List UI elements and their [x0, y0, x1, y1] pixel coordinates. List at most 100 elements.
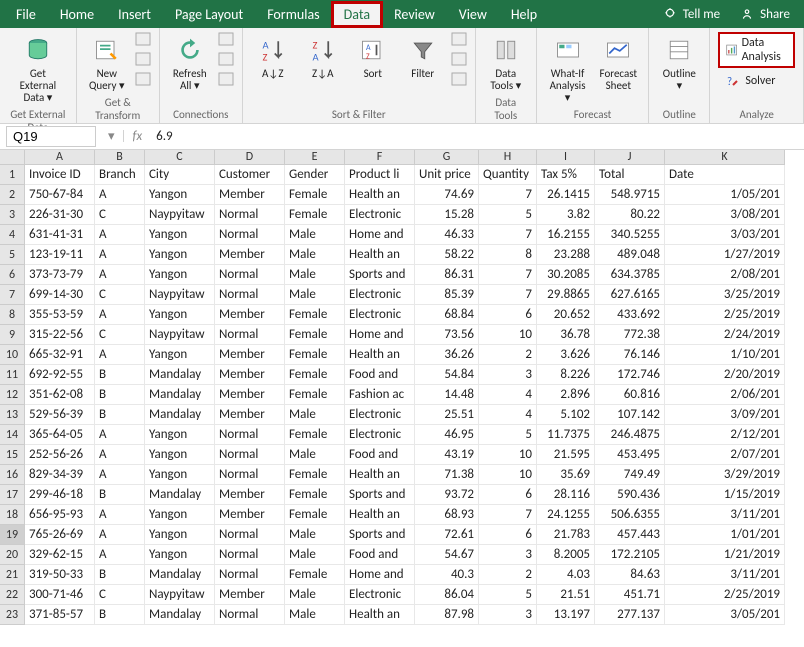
cell[interactable]: Home and — [345, 565, 415, 585]
cell[interactable]: A — [95, 185, 145, 205]
cell[interactable]: 36.78 — [537, 325, 595, 345]
row-header[interactable]: 20 — [0, 545, 25, 565]
cell[interactable]: 548.9715 — [595, 185, 665, 205]
cell[interactable]: 3/11/201 — [665, 505, 785, 525]
ribbon-btn-what-if-analysis-[interactable]: What-IfAnalysis ▾ — [545, 32, 591, 106]
cell[interactable]: Female — [285, 385, 345, 405]
cell[interactable]: Female — [285, 425, 345, 445]
cell[interactable]: 10 — [479, 445, 537, 465]
cell[interactable]: 590.436 — [595, 485, 665, 505]
col-header-K[interactable]: K — [665, 150, 785, 165]
share-button[interactable]: Share — [730, 7, 800, 22]
cell[interactable]: 506.6355 — [595, 505, 665, 525]
header-cell[interactable]: Quantity — [479, 165, 537, 185]
ribbon-btn-z-a[interactable]: ZAZ↓A — [301, 32, 345, 82]
cell[interactable]: A — [95, 425, 145, 445]
cell[interactable]: 3 — [479, 365, 537, 385]
cell[interactable]: 634.3785 — [595, 265, 665, 285]
tab-file[interactable]: File — [4, 2, 48, 27]
row-header[interactable]: 8 — [0, 305, 25, 325]
cell[interactable]: B — [95, 405, 145, 425]
cell[interactable]: Health an — [345, 505, 415, 525]
cell[interactable]: 7 — [479, 505, 537, 525]
name-box[interactable] — [6, 126, 96, 147]
cell[interactable]: Male — [285, 405, 345, 425]
cell[interactable]: 46.95 — [415, 425, 479, 445]
col-header-A[interactable]: A — [25, 150, 95, 165]
header-cell[interactable]: Invoice ID — [25, 165, 95, 185]
cell[interactable]: 246.4875 — [595, 425, 665, 445]
row-header[interactable]: 4 — [0, 225, 25, 245]
cell[interactable]: Female — [285, 505, 345, 525]
ribbon-btn-outline-[interactable]: Outline▾ — [657, 32, 701, 94]
cell[interactable]: 8.226 — [537, 365, 595, 385]
cell[interactable]: Yangon — [145, 245, 215, 265]
cell[interactable]: 3.82 — [537, 205, 595, 225]
header-cell[interactable]: Date — [665, 165, 785, 185]
cell[interactable]: 319-50-33 — [25, 565, 95, 585]
col-header-G[interactable]: G — [415, 150, 479, 165]
cell[interactable]: 74.69 — [415, 185, 479, 205]
cell[interactable]: Yangon — [145, 345, 215, 365]
cell[interactable]: Fashion ac — [345, 385, 415, 405]
cell[interactable]: 656-95-93 — [25, 505, 95, 525]
cell[interactable]: Mandalay — [145, 385, 215, 405]
cell[interactable]: Home and — [345, 225, 415, 245]
cell[interactable]: 365-64-05 — [25, 425, 95, 445]
cell[interactable]: 7 — [479, 265, 537, 285]
cell[interactable]: 2 — [479, 345, 537, 365]
cell[interactable]: Normal — [215, 285, 285, 305]
col-header-C[interactable]: C — [145, 150, 215, 165]
cell[interactable]: Male — [285, 445, 345, 465]
cell[interactable]: 627.6165 — [595, 285, 665, 305]
cell[interactable]: 26.1415 — [537, 185, 595, 205]
cell[interactable]: Electronic — [345, 285, 415, 305]
ribbon-small-conn[interactable] — [218, 32, 234, 50]
cell[interactable]: Electronic — [345, 585, 415, 605]
cell[interactable]: 24.1255 — [537, 505, 595, 525]
cell[interactable]: Member — [215, 365, 285, 385]
cell[interactable]: 3/11/201 — [665, 565, 785, 585]
header-cell[interactable]: Unit price — [415, 165, 479, 185]
cell[interactable]: Normal — [215, 605, 285, 625]
cell[interactable]: 40.3 — [415, 565, 479, 585]
cell[interactable]: 2.896 — [537, 385, 595, 405]
cell[interactable]: 23.288 — [537, 245, 595, 265]
cell[interactable]: 3 — [479, 545, 537, 565]
cell[interactable]: Member — [215, 505, 285, 525]
cell[interactable]: Female — [285, 345, 345, 365]
cell[interactable]: Normal — [215, 265, 285, 285]
cell[interactable]: 2/08/201 — [665, 265, 785, 285]
cell[interactable]: 60.816 — [595, 385, 665, 405]
cell[interactable]: Member — [215, 405, 285, 425]
header-cell[interactable]: Gender — [285, 165, 345, 185]
cell[interactable]: 10 — [479, 465, 537, 485]
cell[interactable]: Health an — [345, 345, 415, 365]
cell[interactable]: C — [95, 585, 145, 605]
cell[interactable]: C — [95, 325, 145, 345]
cell[interactable]: Yangon — [145, 545, 215, 565]
solver-button[interactable]: ?Solver — [718, 70, 795, 92]
cell[interactable]: 86.31 — [415, 265, 479, 285]
cell[interactable]: 6 — [479, 305, 537, 325]
cell[interactable]: Yangon — [145, 185, 215, 205]
cell[interactable]: 529-56-39 — [25, 405, 95, 425]
data-analysis-button[interactable]: Data Analysis — [718, 32, 795, 68]
cell[interactable]: 54.84 — [415, 365, 479, 385]
header-cell[interactable]: Product li — [345, 165, 415, 185]
cell[interactable]: Female — [285, 365, 345, 385]
cell[interactable]: A — [95, 305, 145, 325]
cell[interactable]: 299-46-18 — [25, 485, 95, 505]
cell[interactable]: 2/12/201 — [665, 425, 785, 445]
tab-view[interactable]: View — [447, 2, 499, 27]
row-header[interactable]: 18 — [0, 505, 25, 525]
cell[interactable]: Male — [285, 585, 345, 605]
cell[interactable]: 750-67-84 — [25, 185, 95, 205]
cell[interactable]: Naypyitaw — [145, 585, 215, 605]
cell[interactable]: 5.102 — [537, 405, 595, 425]
cell[interactable]: 3.626 — [537, 345, 595, 365]
cell[interactable]: 277.137 — [595, 605, 665, 625]
cell[interactable]: Female — [285, 185, 345, 205]
cell[interactable]: Food and — [345, 545, 415, 565]
cell[interactable]: 80.22 — [595, 205, 665, 225]
